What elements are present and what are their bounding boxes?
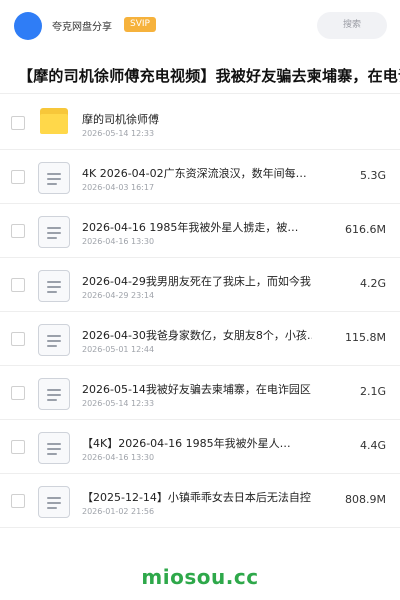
- file-date: 2026-04-03 16:17: [82, 183, 155, 192]
- search-input[interactable]: 搜索: [317, 12, 387, 39]
- file-name[interactable]: 2026-05-14我被好友骗去柬埔寨，在电诈园区…: [82, 381, 312, 397]
- file-size: 2.1G: [359, 385, 386, 398]
- document-icon: [38, 270, 70, 302]
- file-row[interactable]: 【2025-12-14】小镇乖乖女去日本后无法自控… 2026-01-02 21:…: [0, 474, 400, 528]
- file-name[interactable]: 2026-04-29我男朋友死在了我床上，而如今我…: [82, 273, 312, 289]
- owner-name[interactable]: 夸克网盘分享: [52, 18, 112, 33]
- file-size: 4.2G: [359, 277, 386, 290]
- owner-avatar[interactable]: [14, 12, 42, 40]
- file-date: 2026-05-14 12:33: [82, 129, 155, 138]
- file-date: 2026-04-16 13:30: [82, 453, 155, 462]
- folder-icon: [38, 108, 70, 140]
- file-row[interactable]: 2026-05-14我被好友骗去柬埔寨，在电诈园区… 2026-05-14 12:…: [0, 366, 400, 420]
- svip-badge: SVIP: [124, 17, 156, 32]
- row-checkbox[interactable]: [11, 332, 25, 346]
- file-date: 2026-05-14 12:33: [82, 399, 155, 408]
- share-title: 【摩的司机徐师傅充电视频】我被好友骗去柬埔寨，在电诈: [18, 67, 400, 85]
- row-checkbox[interactable]: [11, 170, 25, 184]
- row-checkbox[interactable]: [11, 386, 25, 400]
- file-date: 2026-04-16 13:30: [82, 237, 155, 246]
- row-checkbox[interactable]: [11, 440, 25, 454]
- file-size: 808.9M: [345, 493, 386, 506]
- row-checkbox[interactable]: [11, 494, 25, 508]
- document-icon: [38, 486, 70, 518]
- document-icon: [38, 216, 70, 248]
- file-name[interactable]: 2026-04-30我爸身家数亿，女朋友8个，小孩…: [82, 327, 312, 343]
- file-size: 616.6M: [345, 223, 386, 236]
- share-title-bar: 【摩的司机徐师傅充电视频】我被好友骗去柬埔寨，在电诈: [0, 56, 400, 94]
- file-row[interactable]: 2026-04-16 1985年我被外星人掳走，被… 2026-04-16 13:…: [0, 204, 400, 258]
- file-row[interactable]: 4K 2026-04-02广东资深流浪汉，数年间每… 2026-04-03 16:…: [0, 150, 400, 204]
- file-date: 2026-01-02 21:56: [82, 507, 155, 516]
- file-size: 115.8M: [345, 331, 386, 344]
- document-icon: [38, 378, 70, 410]
- file-name[interactable]: 【4K】2026-04-16 1985年我被外星人…: [82, 435, 312, 451]
- file-date: 2026-04-29 23:14: [82, 291, 155, 300]
- file-date: 2026-05-01 12:44: [82, 345, 155, 354]
- file-row[interactable]: 2026-04-30我爸身家数亿，女朋友8个，小孩… 2026-05-01 12:…: [0, 312, 400, 366]
- file-name[interactable]: 2026-04-16 1985年我被外星人掳走，被…: [82, 219, 312, 235]
- file-list: 摩的司机徐师傅 2026-05-14 12:33 4K 2026-04-02广东资深…: [0, 96, 400, 528]
- file-row[interactable]: 2026-04-29我男朋友死在了我床上，而如今我… 2026-04-29 23:…: [0, 258, 400, 312]
- file-row[interactable]: 【4K】2026-04-16 1985年我被外星人… 2026-04-16 13:…: [0, 420, 400, 474]
- file-name[interactable]: 摩的司机徐师傅: [82, 111, 312, 127]
- file-name[interactable]: 4K 2026-04-02广东资深流浪汉，数年间每…: [82, 165, 312, 181]
- row-checkbox[interactable]: [11, 224, 25, 238]
- row-checkbox[interactable]: [11, 278, 25, 292]
- row-checkbox[interactable]: [11, 116, 25, 130]
- header-bar: 夸克网盘分享 SVIP 搜索: [0, 0, 400, 52]
- document-icon: [38, 162, 70, 194]
- document-icon: [38, 324, 70, 356]
- document-icon: [38, 432, 70, 464]
- folder-row[interactable]: 摩的司机徐师傅 2026-05-14 12:33: [0, 96, 400, 150]
- file-size: 5.3G: [359, 169, 386, 182]
- file-size: 4.4G: [359, 439, 386, 452]
- file-name[interactable]: 【2025-12-14】小镇乖乖女去日本后无法自控…: [82, 489, 312, 505]
- site-watermark: miosou.cc: [141, 565, 259, 589]
